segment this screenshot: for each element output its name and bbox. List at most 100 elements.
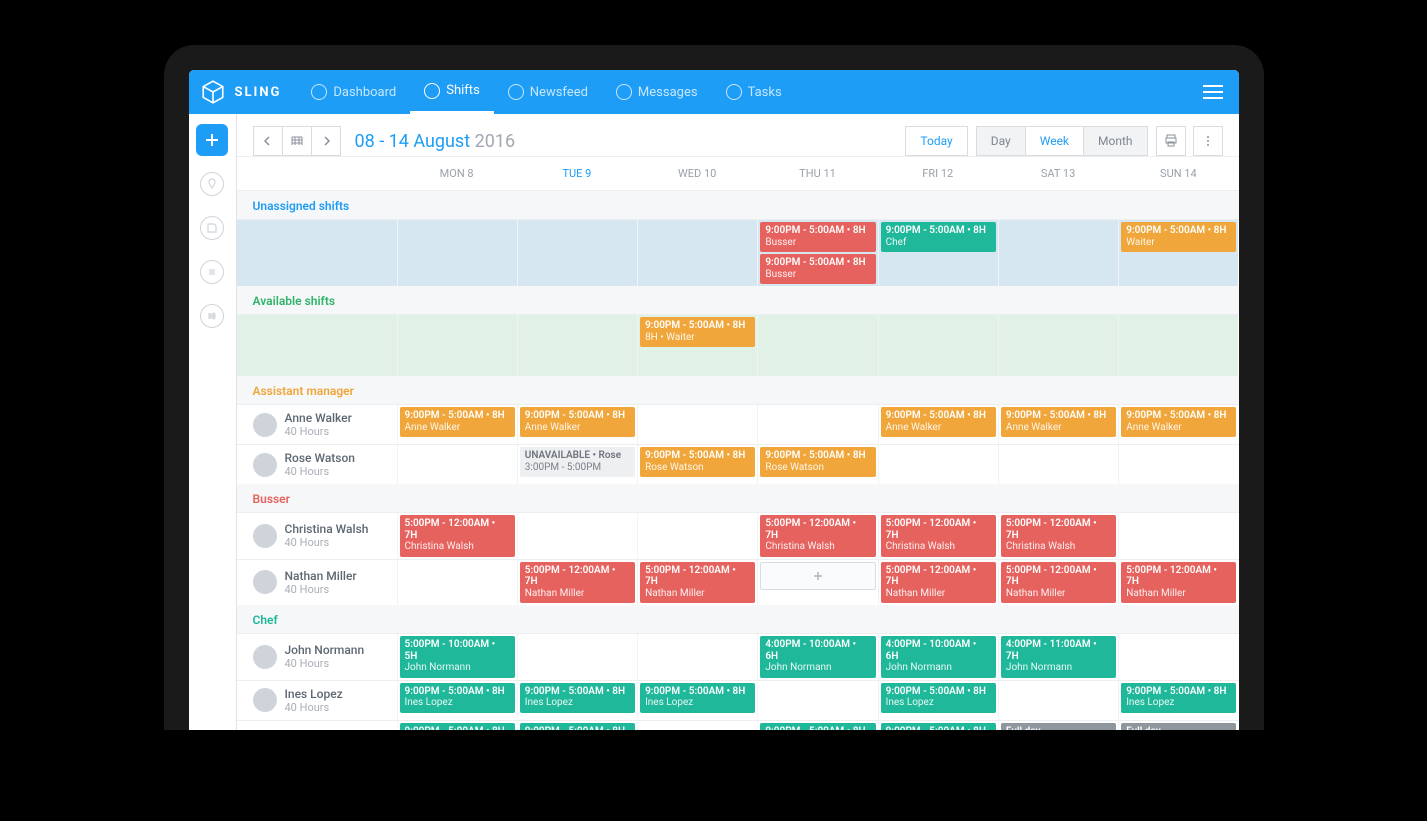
schedule-cell[interactable] <box>397 560 517 606</box>
shift-block[interactable]: 5:00PM - 12:00AM • 7HNathan Miller <box>520 562 635 604</box>
prev-button[interactable] <box>253 126 283 156</box>
today-button[interactable]: Today <box>905 126 967 156</box>
schedule-cell[interactable] <box>1118 513 1238 559</box>
nav-item-newsfeed[interactable]: Newsfeed <box>494 70 602 114</box>
shift-block[interactable]: 5:00PM - 12:00AM • 7HNathan Miller <box>640 562 755 604</box>
view-day-button[interactable]: Day <box>976 126 1026 156</box>
schedule-cell[interactable]: Full dayTimeoff • Jeremy Orwell <box>998 721 1118 731</box>
schedule-cell[interactable] <box>757 405 877 444</box>
shift-block[interactable]: 4:00PM - 11:00AM • 7HJohn Normann <box>1001 636 1116 678</box>
list-icon[interactable] <box>196 256 228 288</box>
schedule-cell[interactable] <box>878 445 998 484</box>
schedule-cell[interactable]: 9:00PM - 5:00AM • 8HInes Lopez <box>397 681 517 720</box>
shift-block[interactable]: 9:00PM - 5:00AM • 8HChef <box>881 222 996 252</box>
shift-block[interactable]: 9:00PM - 5:00AM • 8HJeremy Orwell <box>520 723 635 731</box>
requests-icon[interactable] <box>196 212 228 244</box>
schedule-cell[interactable]: 5:00PM - 12:00AM • 7HNathan Miller <box>878 560 998 606</box>
schedule-cell[interactable]: 9:00PM - 5:00AM • 8HAnne Walker <box>397 405 517 444</box>
schedule-cell[interactable] <box>757 681 877 720</box>
schedule-cell[interactable] <box>878 315 998 376</box>
shift-block[interactable]: 9:00PM - 5:00AM • 8HJeremy Orwell <box>881 723 996 731</box>
shift-block[interactable]: 5:00PM - 12:00AM • 7HNathan Miller <box>1001 562 1116 604</box>
schedule-cell[interactable] <box>637 220 757 286</box>
shift-block[interactable]: 4:00PM - 10:00AM • 6HJohn Normann <box>760 636 875 678</box>
nav-item-messages[interactable]: Messages <box>602 70 712 114</box>
shift-block[interactable]: UNAVAILABLE • Rose3:00PM - 5:00PM <box>520 447 635 477</box>
schedule-cell[interactable]: 9:00PM - 5:00AM • 8HRose Watson <box>637 445 757 484</box>
filter-icon[interactable] <box>196 300 228 332</box>
schedule-cell[interactable]: 9:00PM - 5:00AM • 8HWaiter <box>1118 220 1238 286</box>
schedule-cell[interactable]: Full dayTimeoff • Jeremy Orwell <box>1118 721 1238 731</box>
schedule-cell[interactable]: 9:00PM - 5:00AM • 8HJeremy Orwell <box>878 721 998 731</box>
shift-block[interactable]: Full dayTimeoff • Jeremy Orwell <box>1001 723 1116 731</box>
shift-block[interactable]: 9:00PM - 5:00AM • 8HInes Lopez <box>520 683 635 713</box>
schedule-cell[interactable]: 5:00PM - 12:00AM • 7HNathan Miller <box>637 560 757 606</box>
schedule-cell[interactable]: 9:00PM - 5:00AM • 8HBusser9:00PM - 5:00A… <box>757 220 877 286</box>
schedule-cell[interactable]: 9:00PM - 5:00AM • 8HJeremy Orwell <box>517 721 637 731</box>
schedule-cell[interactable] <box>517 634 637 680</box>
schedule-cell[interactable]: 9:00PM - 5:00AM • 8HInes Lopez <box>878 681 998 720</box>
schedule-cell[interactable] <box>517 513 637 559</box>
shift-block[interactable]: 4:00PM - 10:00AM • 6HJohn Normann <box>881 636 996 678</box>
schedule-cell[interactable]: UNAVAILABLE • Rose3:00PM - 5:00PM <box>517 445 637 484</box>
more-menu-icon[interactable] <box>1193 126 1223 156</box>
schedule-cell[interactable]: 5:00PM - 12:00AM • 7HChristina Walsh <box>757 513 877 559</box>
schedule-cell[interactable] <box>637 405 757 444</box>
schedule-cell[interactable]: 9:00PM - 5:00AM • 8HJeremy Orwell <box>397 721 517 731</box>
shift-block[interactable]: 9:00PM - 5:00AM • 8HAnne Walker <box>1001 407 1116 437</box>
shift-block[interactable]: 5:00PM - 12:00AM • 7HNathan Miller <box>1121 562 1236 604</box>
shift-block[interactable]: 5:00PM - 12:00AM • 7HChristina Walsh <box>400 515 515 557</box>
schedule-cell[interactable] <box>757 560 877 606</box>
shift-block[interactable]: 9:00PM - 5:00AM • 8HBusser <box>760 222 875 252</box>
shift-block[interactable]: 9:00PM - 5:00AM • 8HAnne Walker <box>520 407 635 437</box>
add-shift-placeholder[interactable] <box>760 562 875 590</box>
schedule-cell[interactable]: 9:00PM - 5:00AM • 8HAnne Walker <box>878 405 998 444</box>
schedule-cell[interactable]: 5:00PM - 12:00AM • 7HChristina Walsh <box>878 513 998 559</box>
shift-block[interactable]: 9:00PM - 5:00AM • 8HInes Lopez <box>640 683 755 713</box>
schedule-cell[interactable] <box>998 681 1118 720</box>
schedule-cell[interactable] <box>637 634 757 680</box>
schedule-cell[interactable]: 5:00PM - 12:00AM • 7HChristina Walsh <box>998 513 1118 559</box>
location-pin-icon[interactable] <box>196 168 228 200</box>
shift-block[interactable]: 9:00PM - 5:00AM • 8HJeremy Orwell <box>760 723 875 731</box>
shift-block[interactable]: 9:00PM - 5:00AM • 8HInes Lopez <box>1121 683 1236 713</box>
nav-item-tasks[interactable]: Tasks <box>712 70 796 114</box>
shift-block[interactable]: 9:00PM - 5:00AM • 8HAnne Walker <box>400 407 515 437</box>
view-week-button[interactable]: Week <box>1025 126 1084 156</box>
shift-block[interactable]: 9:00PM - 5:00AM • 8H8H • Waiter <box>640 317 755 347</box>
shift-block[interactable]: 5:00PM - 12:00AM • 7HChristina Walsh <box>1001 515 1116 557</box>
schedule-cell[interactable] <box>998 315 1118 376</box>
schedule-cell[interactable] <box>637 513 757 559</box>
schedule-cell[interactable] <box>757 315 877 376</box>
schedule-cell[interactable]: 9:00PM - 5:00AM • 8HInes Lopez <box>637 681 757 720</box>
schedule-cell[interactable]: 9:00PM - 5:00AM • 8HChef <box>878 220 998 286</box>
shift-block[interactable]: Full dayTimeoff • Jeremy Orwell <box>1121 723 1236 731</box>
schedule-cell[interactable] <box>517 315 637 376</box>
schedule-cell[interactable]: 5:00PM - 12:00AM • 7HNathan Miller <box>1118 560 1238 606</box>
schedule-cell[interactable] <box>1118 445 1238 484</box>
schedule-cell[interactable] <box>998 220 1118 286</box>
nav-item-shifts[interactable]: Shifts <box>410 70 494 114</box>
calendar-grid-button[interactable] <box>282 126 312 156</box>
schedule-cell[interactable] <box>397 445 517 484</box>
shift-block[interactable]: 9:00PM - 5:00AM • 8HAnne Walker <box>1121 407 1236 437</box>
brand[interactable]: SLING <box>189 70 298 114</box>
schedule-cell[interactable]: 9:00PM - 5:00AM • 8HJeremy Orwell <box>757 721 877 731</box>
schedule-cell[interactable]: 9:00PM - 5:00AM • 8HRose Watson <box>757 445 877 484</box>
next-button[interactable] <box>311 126 341 156</box>
schedule-cell[interactable] <box>998 445 1118 484</box>
schedule-cell[interactable]: 4:00PM - 10:00AM • 6HJohn Normann <box>878 634 998 680</box>
schedule-cell[interactable]: 9:00PM - 5:00AM • 8H8H • Waiter <box>637 315 757 376</box>
shift-block[interactable]: 5:00PM - 12:00AM • 7HChristina Walsh <box>881 515 996 557</box>
schedule-cell[interactable]: 9:00PM - 5:00AM • 8HInes Lopez <box>1118 681 1238 720</box>
schedule-cell[interactable]: 9:00PM - 5:00AM • 8HInes Lopez <box>517 681 637 720</box>
shift-block[interactable]: 5:00PM - 12:00AM • 7HChristina Walsh <box>760 515 875 557</box>
shift-block[interactable]: 9:00PM - 5:00AM • 8HRose Watson <box>760 447 875 477</box>
add-button[interactable] <box>196 124 228 156</box>
schedule-cell[interactable] <box>397 315 517 376</box>
schedule-cell[interactable] <box>1118 634 1238 680</box>
menu-icon[interactable] <box>1203 85 1223 99</box>
shift-block[interactable]: 9:00PM - 5:00AM • 8HAnne Walker <box>881 407 996 437</box>
schedule-cell[interactable]: 5:00PM - 12:00AM • 7HChristina Walsh <box>397 513 517 559</box>
schedule-cell[interactable]: 5:00PM - 12:00AM • 7HNathan Miller <box>998 560 1118 606</box>
